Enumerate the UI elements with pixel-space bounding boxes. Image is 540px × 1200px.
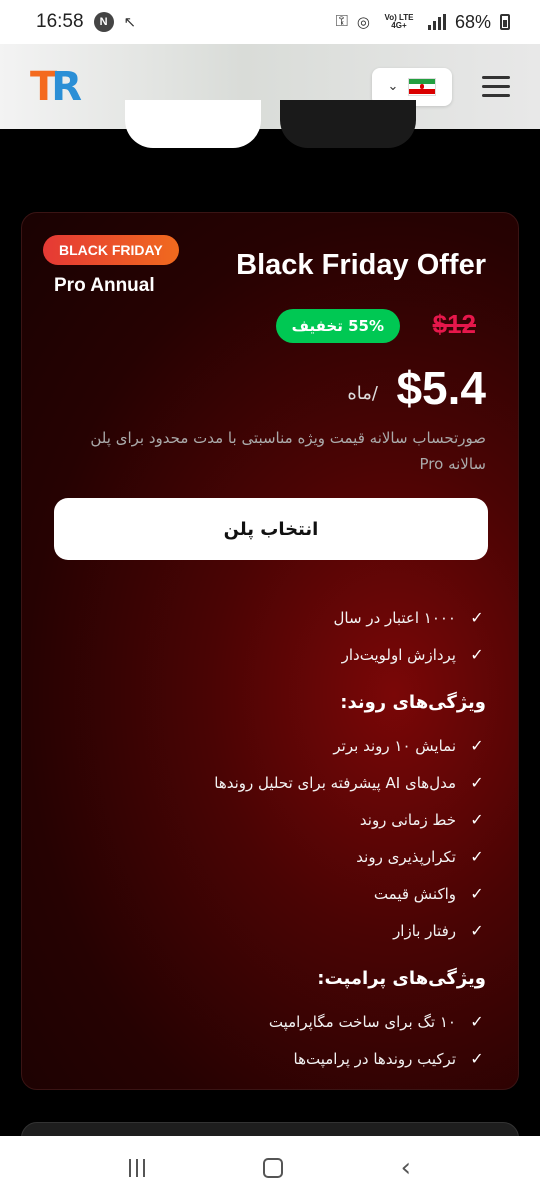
check-icon: ✓	[470, 773, 484, 792]
status-bar: 16:58 N ↖ ⚿ ◎ Vo) LTE 4G+ 68%	[0, 0, 540, 44]
trend-features-title: ویژگی‌های روند:	[340, 691, 486, 713]
list-item: ✓ تکرارپذیری روند	[46, 838, 486, 875]
discount-badge: 55% تخفیف	[275, 309, 400, 343]
list-item: ✓ واکنش قیمت	[46, 875, 486, 912]
check-icon: ✓	[470, 847, 484, 866]
logo-letter-r: R	[51, 63, 82, 110]
vpn-key-icon: ⚿	[335, 13, 348, 30]
list-item: ✓ ۱۰ تگ برای ساخت مگاپرامپت	[46, 1003, 486, 1040]
system-nav-bar: ‹	[0, 1136, 540, 1200]
check-icon: ✓	[470, 736, 484, 755]
recent-apps-icon[interactable]	[128, 1159, 145, 1177]
pricing-card-pro-annual: BLACK FRIDAY Pro Annual Black Friday Off…	[21, 212, 519, 1090]
plan-name: Pro Annual	[54, 275, 155, 296]
check-icon: ✓	[470, 884, 484, 903]
iran-flag-icon	[408, 77, 437, 96]
back-icon[interactable]: ‹	[401, 1153, 411, 1183]
check-icon: ✓	[470, 810, 484, 829]
feature-label: ۱۰ تگ برای ساخت مگاپرامپت	[268, 1012, 456, 1031]
list-item: ✓ خط زمانی روند	[46, 801, 486, 838]
list-item: ✓ ترکیب روندها در پرامپت‌ها	[46, 1040, 486, 1077]
check-icon: ✓	[470, 608, 484, 627]
old-price: $12	[432, 309, 476, 339]
home-icon[interactable]	[262, 1158, 283, 1178]
list-item: ✓ ۱۰۰۰ اعتبار در سال	[46, 599, 486, 636]
feature-label: ۱۰۰۰ اعتبار در سال	[333, 608, 456, 627]
list-item: ✓ پردازش اولویت‌دار	[46, 636, 486, 673]
status-time: 16:58	[36, 11, 84, 32]
check-icon: ✓	[470, 921, 484, 940]
feature-label: نمایش ۱۰ روند برتر	[333, 736, 456, 755]
notification-badge-icon: N	[93, 12, 114, 32]
select-plan-button[interactable]: انتخاب پلن	[54, 498, 488, 560]
black-friday-badge: BLACK FRIDAY	[43, 235, 179, 265]
battery-percent: 68%	[454, 11, 491, 32]
feature-label: مدل‌های AI پیشرفته برای تحلیل روندها	[214, 773, 456, 792]
feature-label: تکرارپذیری روند	[356, 847, 456, 866]
list-item: ✓ رفتار بازار	[46, 912, 486, 949]
feature-label: ترکیب روندها در پرامپت‌ها	[293, 1049, 456, 1068]
brand-logo[interactable]: TR	[30, 64, 86, 110]
list-item: ✓ مدل‌های AI پیشرفته برای تحلیل روندها	[46, 764, 486, 801]
feature-list: ✓ ۱۰۰۰ اعتبار در سال ✓ پردازش اولویت‌دار…	[46, 599, 486, 1077]
app-header: TR ⌄	[0, 44, 540, 129]
feature-label: واکنش قیمت	[373, 884, 456, 903]
signal-strength-icon	[427, 14, 446, 30]
feature-label: پردازش اولویت‌دار	[341, 645, 456, 664]
battery-icon	[500, 14, 510, 30]
hotspot-icon: ◎	[356, 14, 370, 31]
offer-title: Black Friday Offer	[236, 249, 486, 281]
missed-call-icon: ↖	[123, 14, 137, 31]
feature-label: رفتار بازار	[393, 921, 456, 940]
logo-letter-t: T	[30, 63, 57, 110]
check-icon: ✓	[470, 1012, 484, 1031]
billing-tab-annual[interactable]	[125, 100, 261, 148]
list-item: ✓ نمایش ۱۰ روند برتر	[46, 727, 486, 764]
chevron-down-icon: ⌄	[387, 79, 399, 94]
price-period: /ماه	[347, 383, 378, 404]
check-icon: ✓	[470, 1049, 484, 1068]
plan-description: صورتحساب سالانه قیمت ویژه مناسبتی با مدت…	[90, 429, 486, 473]
network-type-label: Vo) LTE 4G+	[384, 13, 414, 30]
feature-label: خط زمانی روند	[359, 810, 456, 829]
check-icon: ✓	[470, 645, 484, 664]
hamburger-menu-icon[interactable]	[482, 76, 510, 97]
prompt-features-title: ویژگی‌های پرامپت:	[317, 967, 486, 989]
billing-tab-monthly[interactable]	[280, 100, 416, 148]
current-price: $5.4	[396, 362, 486, 414]
